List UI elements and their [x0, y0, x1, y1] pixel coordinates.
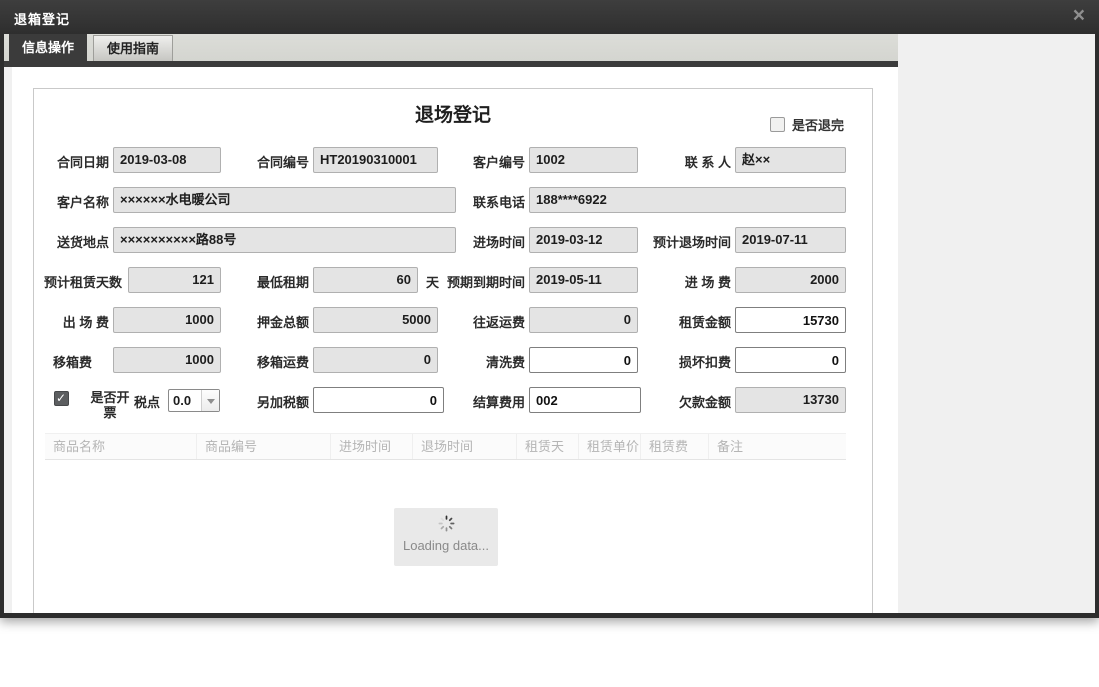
- page-background: 退箱登记 × 信息操作 使用指南 退场登记 是否退完 合同日期 2019-0: [0, 0, 1099, 687]
- loading-spinner-icon: [438, 515, 455, 532]
- min-rental-period-label: 最低租期: [253, 272, 309, 291]
- return-complete-checkbox[interactable]: [770, 117, 785, 132]
- planned-exit-time-label: 预计退场时间: [647, 232, 731, 251]
- col-product-name: 商品名称: [45, 434, 197, 459]
- col-exit-time: 退场时间: [413, 434, 517, 459]
- chevron-down-icon: [207, 399, 215, 408]
- product-table-header: 商品名称 商品编号 进场时间 退场时间 租赁天 租赁单价 租赁费 备注: [45, 433, 846, 460]
- min-rental-period-unit: 天: [426, 272, 439, 291]
- tax-point-label: 税点: [134, 392, 160, 411]
- round-trip-freight-field: 0: [529, 307, 638, 333]
- col-rental-fee: 租赁费: [641, 434, 709, 459]
- invoice-checkbox-label: 是否开票: [87, 390, 133, 420]
- deposit-total-field: 5000: [313, 307, 438, 333]
- contract-date-label: 合同日期: [53, 152, 109, 171]
- expected-due-time-field: 2019-05-11: [529, 267, 638, 293]
- contract-date-field: 2019-03-08: [113, 147, 221, 173]
- contact-label: 联 系 人: [675, 152, 731, 171]
- col-rental-days: 租赁天: [517, 434, 579, 459]
- expected-due-time-label: 预期到期时间: [441, 272, 525, 291]
- dialog-title: 退箱登记: [14, 9, 70, 28]
- return-complete-checkbox-group: 是否退完: [770, 115, 844, 134]
- rental-amount-input[interactable]: [735, 307, 846, 333]
- loading-indicator: Loading data...: [394, 508, 498, 566]
- tax-point-value: 0.0: [169, 390, 196, 411]
- cleaning-fee-label: 清洗费: [469, 352, 525, 371]
- cleaning-fee-input[interactable]: [529, 347, 638, 373]
- rental-amount-label: 租赁金额: [675, 312, 731, 331]
- entry-fee-label: 进 场 费: [675, 272, 731, 291]
- phone-field: 188****6922: [529, 187, 846, 213]
- damage-deduction-label: 损坏扣费: [675, 352, 731, 371]
- planned-rental-days-field: 121: [128, 267, 221, 293]
- additional-tax-label: 另加税额: [253, 392, 309, 411]
- col-entry-time: 进场时间: [331, 434, 413, 459]
- deposit-total-label: 押金总额: [253, 312, 309, 331]
- box-move-fee-field: 1000: [113, 347, 221, 373]
- damage-deduction-input[interactable]: [735, 347, 846, 373]
- arrears-amount-label: 欠款金额: [675, 392, 731, 411]
- col-rental-unit-price: 租赁单价: [579, 434, 641, 459]
- exit-fee-field: 1000: [113, 307, 221, 333]
- content-panel: 退场登记 是否退完 合同日期 2019-03-08 合同编号 HT2019031…: [12, 67, 898, 613]
- invoice-checkbox[interactable]: [54, 391, 69, 406]
- customer-no-field: 1002: [529, 147, 638, 173]
- col-product-no: 商品编号: [197, 434, 331, 459]
- additional-tax-input[interactable]: [313, 387, 444, 413]
- box-move-freight-label: 移箱运费: [253, 352, 309, 371]
- return-complete-label: 是否退完: [792, 115, 844, 134]
- contract-no-label: 合同编号: [253, 152, 309, 171]
- tab-user-guide[interactable]: 使用指南: [93, 35, 173, 61]
- contact-field: 赵××: [735, 147, 846, 173]
- col-remarks: 备注: [709, 434, 846, 459]
- dialog-body: 信息操作 使用指南 退场登记 是否退完 合同日期 2019-03-08 合同编号…: [4, 34, 1095, 613]
- tax-point-dropdown[interactable]: 0.0: [168, 389, 220, 412]
- form-title: 退场登记: [34, 100, 872, 127]
- exit-fee-label: 出 场 费: [53, 312, 109, 331]
- round-trip-freight-label: 往返运费: [469, 312, 525, 331]
- delivery-address-label: 送货地点: [53, 232, 109, 251]
- min-rental-period-field: 60: [313, 267, 418, 293]
- phone-label: 联系电话: [469, 192, 525, 211]
- contract-no-field: HT20190310001: [313, 147, 438, 173]
- box-move-freight-field: 0: [313, 347, 438, 373]
- delivery-address-field: ××××××××××路88号: [113, 227, 456, 253]
- customer-name-field: ××××××水电暖公司: [113, 187, 456, 213]
- planned-rental-days-label: 预计租赁天数: [38, 272, 122, 291]
- settlement-fee-label: 结算费用: [469, 392, 525, 411]
- dialog-titlebar: 退箱登记 ×: [0, 0, 1099, 34]
- close-icon[interactable]: ×: [1073, 5, 1085, 27]
- planned-exit-time-field: 2019-07-11: [735, 227, 846, 253]
- settlement-fee-input[interactable]: [529, 387, 641, 413]
- dialog-window: 退箱登记 × 信息操作 使用指南 退场登记 是否退完 合同日期 2019-0: [0, 0, 1099, 618]
- tab-info-operation[interactable]: 信息操作: [9, 34, 87, 61]
- entry-time-field: 2019-03-12: [529, 227, 638, 253]
- entry-fee-field: 2000: [735, 267, 846, 293]
- box-move-fee-label: 移箱费: [53, 352, 109, 371]
- arrears-amount-field: 13730: [735, 387, 846, 413]
- loading-text: Loading data...: [394, 538, 498, 553]
- exit-registration-form: 退场登记 是否退完 合同日期 2019-03-08 合同编号 HT2019031…: [33, 88, 873, 613]
- tab-strip: 信息操作 使用指南: [4, 34, 898, 61]
- customer-no-label: 客户编号: [469, 152, 525, 171]
- entry-time-label: 进场时间: [469, 232, 525, 251]
- dropdown-button[interactable]: [201, 390, 219, 411]
- customer-name-label: 客户名称: [53, 192, 109, 211]
